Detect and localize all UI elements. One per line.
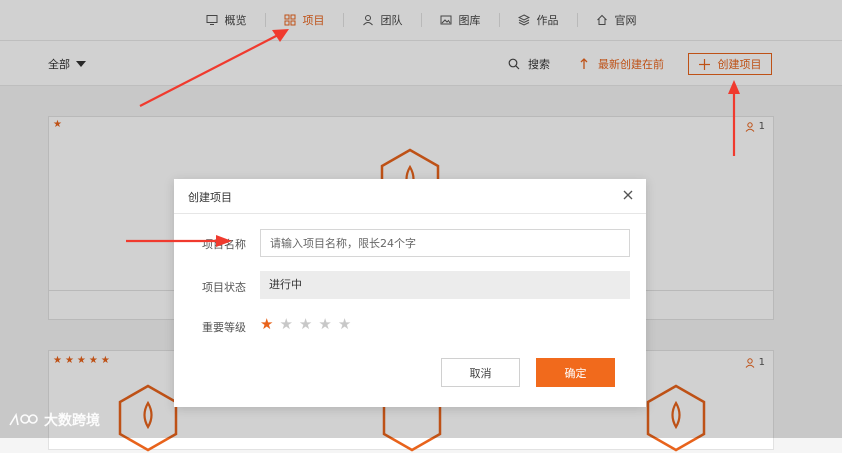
priority-label: 重要等级 bbox=[202, 321, 246, 334]
star-icon[interactable]: ★ bbox=[260, 317, 273, 332]
watermark-logo-icon bbox=[9, 412, 38, 426]
star-icon[interactable]: ★ bbox=[318, 317, 331, 332]
cancel-button[interactable]: 取消 bbox=[441, 358, 520, 387]
dialog-header: 创建项目 bbox=[174, 179, 646, 214]
watermark: 大数跨境 bbox=[8, 410, 100, 430]
star-icon[interactable]: ★ bbox=[279, 317, 292, 332]
watermark-text: 大数跨境 bbox=[44, 413, 100, 429]
star-icon[interactable]: ★ bbox=[338, 317, 351, 332]
star-icon[interactable]: ★ bbox=[299, 317, 312, 332]
confirm-button[interactable]: 确定 bbox=[536, 358, 615, 387]
project-status-label: 项目状态 bbox=[202, 281, 246, 294]
close-icon[interactable] bbox=[622, 189, 634, 201]
project-name-input[interactable] bbox=[260, 229, 630, 257]
priority-rating[interactable]: ★ ★ ★ ★ ★ bbox=[260, 317, 351, 332]
project-status-field: 进行中 bbox=[260, 271, 630, 299]
dialog-title: 创建项目 bbox=[188, 191, 232, 204]
project-name-label: 项目名称 bbox=[202, 238, 246, 251]
create-project-dialog: 创建项目 项目名称 项目状态 进行中 重要等级 ★ ★ ★ ★ ★ 取消 确定 bbox=[174, 179, 646, 407]
